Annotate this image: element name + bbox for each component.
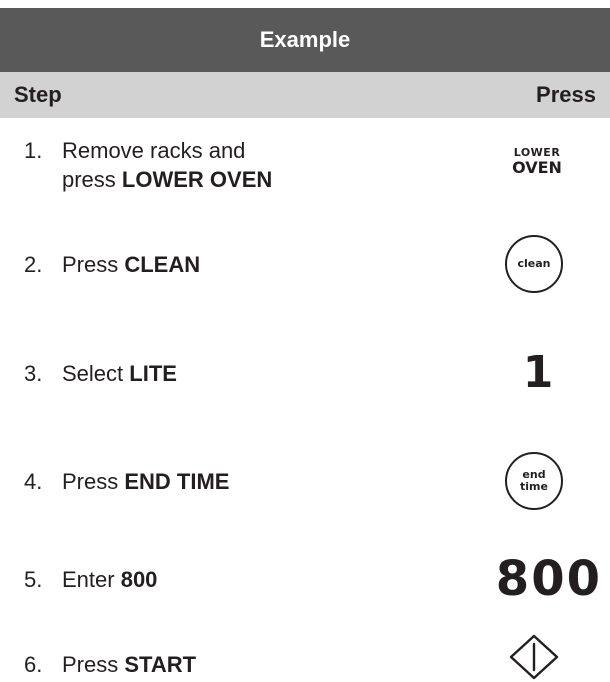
step-instruction: Press END TIME [62,467,229,496]
table-header: Step Press [0,72,610,118]
end-time-label-bottom: time [520,480,548,493]
step-instruction-key: LITE [129,361,177,386]
step-instruction: Press START [62,650,196,679]
step-instruction-key: END TIME [124,469,230,494]
column-header-press: Press [536,82,596,107]
step-instruction-prefix: press [62,167,122,192]
step-instruction-prefix: Press [62,252,125,277]
step-number: 6. [24,652,43,677]
end-time-button[interactable]: end time [505,452,563,510]
clean-button-label: clean [517,257,551,270]
step-instruction-prefix: Enter [62,567,121,592]
step-number: 4. [24,469,43,494]
lower-oven-key-bottom: OVEN [512,158,562,177]
step-instruction-key: LOWER OVEN [121,167,273,192]
step-instruction-prefix: Select [62,361,130,386]
table-title-text: Example [259,27,351,52]
step-instruction-prefix: Press [62,652,125,677]
step-instruction-key: CLEAN [124,252,201,277]
column-header-step: Step [14,82,62,107]
step-instruction-prefix: Press [62,469,125,494]
step-instruction: Enter 800 [62,565,157,594]
step-instruction: Remove racks and press LOWER OVEN [62,136,272,194]
number-keys-800[interactable]: 800 [476,552,602,606]
lower-oven-key[interactable]: LOWER OVEN [497,147,577,177]
start-diamond-icon[interactable] [508,633,560,681]
step-number: 3. [24,361,43,386]
clean-button[interactable]: clean [505,235,563,293]
number-key-1[interactable]: 1 [515,348,561,398]
step-instruction: Select LITE [62,359,177,388]
step-instruction: Press CLEAN [62,250,200,279]
step-number: 5. [24,567,43,592]
table-title: Example [0,8,610,72]
step-number: 1. [24,138,43,163]
step-instruction-key: START [124,652,197,677]
step-instruction-line1: Remove racks and [62,138,246,163]
step-number: 2. [24,252,43,277]
step-instruction-key: 800 [120,567,158,592]
